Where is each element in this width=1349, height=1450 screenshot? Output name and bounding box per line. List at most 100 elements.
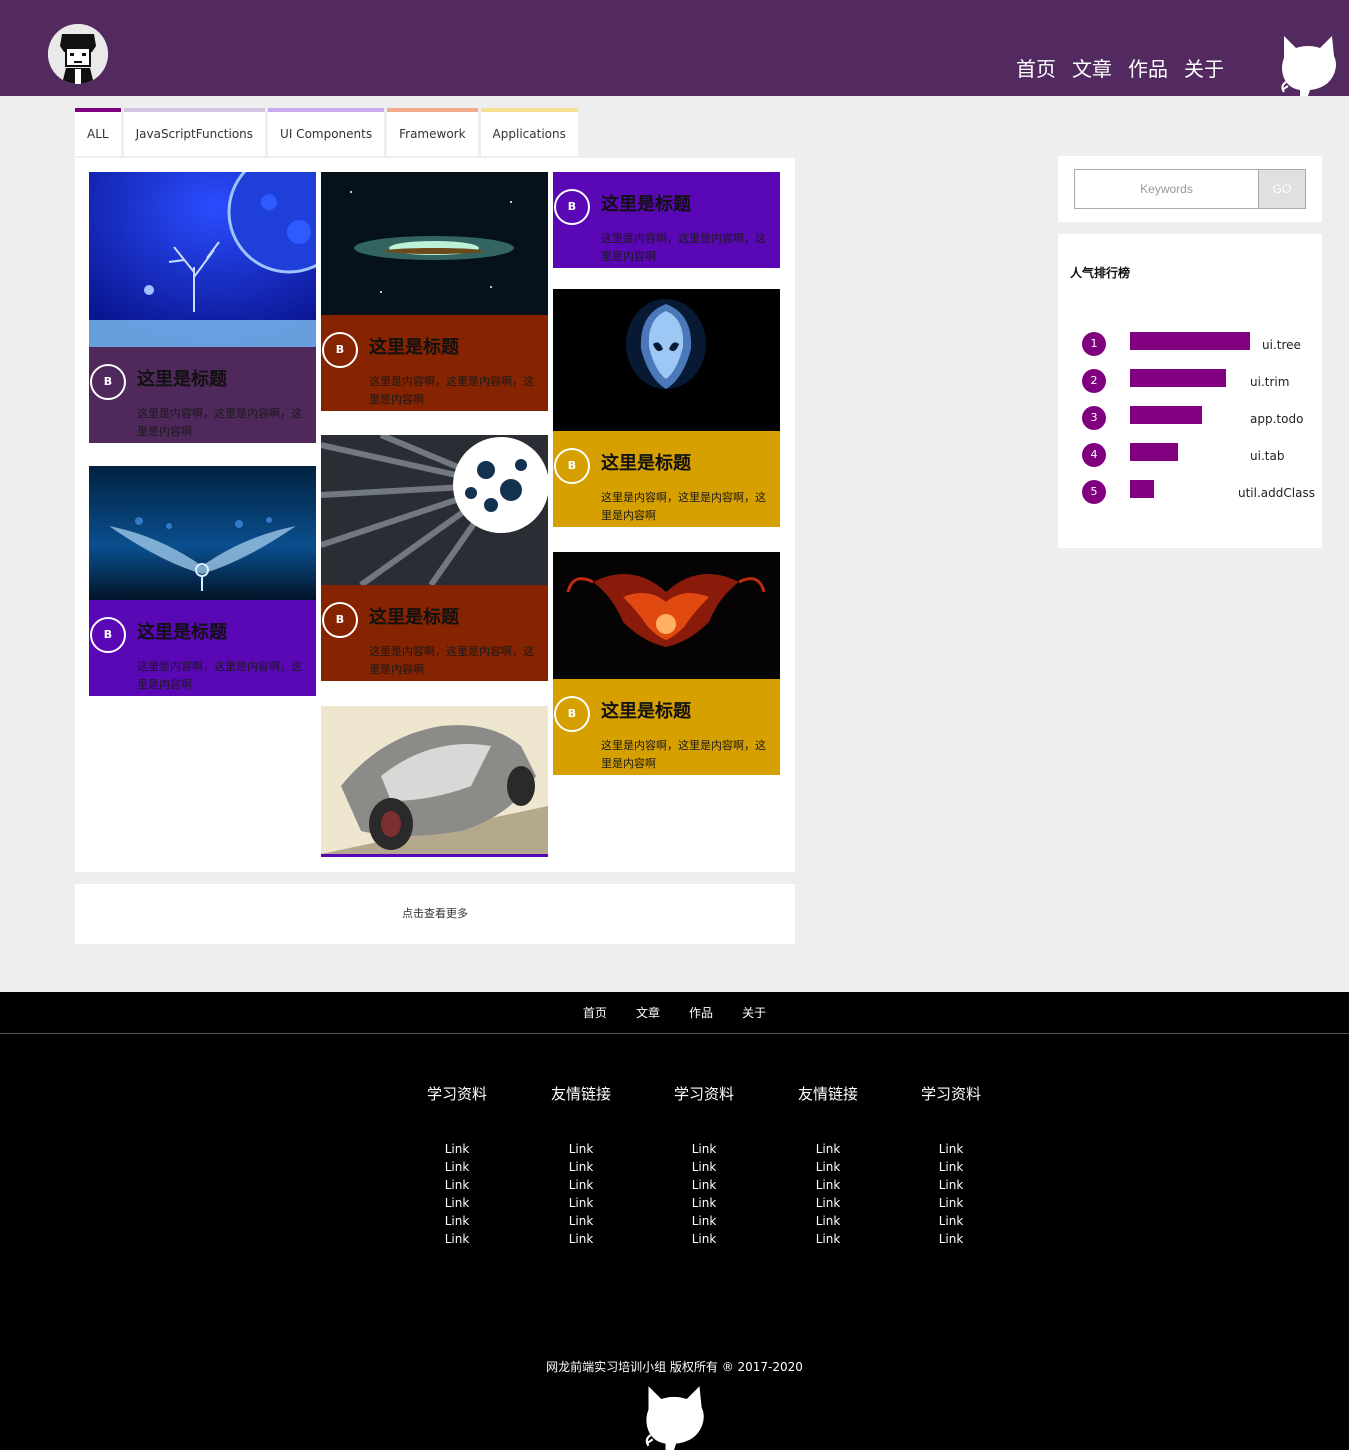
card-image — [553, 289, 780, 431]
footer-link[interactable]: Link — [778, 1194, 878, 1212]
footer-link[interactable]: Link — [654, 1212, 754, 1230]
avatar[interactable] — [48, 24, 108, 84]
ranking-row[interactable]: 4 ui.tab — [1058, 443, 1322, 469]
card-text: 这里是内容啊，这里是内容啊，这里是内容啊 — [601, 491, 766, 522]
works-gallery: B 这里是标题 这里是内容啊，这里是内容啊，这里是内容啊 B 这里是标题 这里是… — [75, 158, 795, 872]
github-octocat-icon[interactable] — [1276, 32, 1340, 96]
ranking-row[interactable]: 1 ui.tree — [1058, 332, 1322, 358]
footer-link[interactable]: Link — [531, 1194, 631, 1212]
footer-column: 友情链接 Link Link Link Link Link Link — [531, 1084, 631, 1248]
nav-works[interactable]: 作品 — [1128, 56, 1168, 82]
footer-link[interactable]: Link — [531, 1230, 631, 1248]
footer-link[interactable]: Link — [531, 1176, 631, 1194]
card-badge: B — [554, 448, 590, 484]
site-header: 首页 文章 作品 关于 — [0, 0, 1349, 96]
footer-link[interactable]: Link — [654, 1230, 754, 1248]
footer-link[interactable]: Link — [654, 1158, 754, 1176]
card-panel: B 这里是标题 这里是内容啊，这里是内容啊，这里是内容啊 — [553, 679, 780, 775]
footer-column: 友情链接 Link Link Link Link Link Link — [778, 1084, 878, 1248]
github-octocat-icon[interactable] — [640, 1382, 708, 1450]
search-go-button[interactable]: GO — [1258, 169, 1306, 209]
copyright-text: 网龙前端实习培训小组 版权所有 ® 2017-2020 — [546, 1360, 803, 1374]
footer-link[interactable]: Link — [901, 1140, 1001, 1158]
tab-applications[interactable]: Applications — [480, 108, 578, 156]
footer-link[interactable]: Link — [778, 1212, 878, 1230]
footer-link[interactable]: Link — [654, 1176, 754, 1194]
card-panel: B 这里是标题 这里是内容啊，这里是内容啊，这里是内容啊 — [89, 347, 316, 443]
card-image — [321, 706, 548, 854]
card-title: 这里是标题 — [137, 622, 227, 643]
work-card[interactable]: B 这里是标题 这里是内容啊，这里是内容啊，这里是内容啊 — [553, 289, 780, 527]
card-text: 这里是内容啊，这里是内容啊，这里是内容啊 — [137, 660, 302, 691]
footer-link[interactable]: Link — [407, 1158, 507, 1176]
load-more-button[interactable]: 点击查看更多 — [75, 884, 795, 944]
footer-column: 学习资料 Link Link Link Link Link Link — [654, 1084, 754, 1248]
footer-link[interactable]: Link — [531, 1212, 631, 1230]
card-image — [321, 172, 548, 315]
footer-link[interactable]: Link — [778, 1230, 878, 1248]
ranking-row[interactable]: 3 app.todo — [1058, 406, 1322, 432]
card-title: 这里是标题 — [137, 369, 227, 390]
nav-home[interactable]: 首页 — [1016, 56, 1056, 82]
card-text: 这里是内容啊，这里是内容啊，这里是内容啊 — [601, 232, 766, 263]
footer-column-title: 学习资料 — [426, 1085, 487, 1103]
rank-number: 5 — [1082, 480, 1106, 504]
tab-all[interactable]: ALL — [75, 108, 121, 156]
footer-column-title: 学习资料 — [673, 1085, 734, 1103]
work-card[interactable]: B 这里是标题 这里是内容啊，这里是内容啊，这里是内容啊 — [89, 172, 316, 443]
ranking-row[interactable]: 5 util.addClass — [1058, 480, 1322, 506]
footer-link[interactable]: Link — [531, 1158, 631, 1176]
card-text: 这里是内容啊，这里是内容啊，这里是内容啊 — [137, 407, 302, 438]
rank-label: ui.trim — [1250, 375, 1290, 389]
footer-link[interactable]: Link — [901, 1230, 1001, 1248]
footer-link[interactable]: Link — [778, 1158, 878, 1176]
footer-column: 学习资料 Link Link Link Link Link Link — [407, 1084, 507, 1248]
footer-link[interactable]: Link — [901, 1212, 1001, 1230]
tab-javascript-functions[interactable]: JavaScriptFunctions — [123, 108, 266, 156]
work-card[interactable]: B 这里是标题 这里是内容啊，这里是内容啊，这里是内容啊 — [553, 172, 780, 268]
footer-link[interactable]: Link — [407, 1140, 507, 1158]
work-card[interactable]: B 这里是标题 这里是内容啊，这里是内容啊，这里是内容啊 — [553, 552, 780, 775]
card-title: 这里是标题 — [601, 701, 691, 722]
tab-ui-components[interactable]: UI Components — [268, 108, 385, 156]
footer-column: 学习资料 Link Link Link Link Link Link — [901, 1084, 1001, 1248]
card-badge: B — [90, 617, 126, 653]
footer-nav-home[interactable]: 首页 — [583, 992, 607, 1034]
work-card[interactable]: B 这里是标题 这里是内容啊，这里是内容啊，这里是内容啊 — [321, 435, 548, 681]
footer-link[interactable]: Link — [407, 1176, 507, 1194]
card-panel: B 这里是标题 这里是内容啊，这里是内容啊，这里是内容啊 — [553, 172, 780, 268]
tab-framework[interactable]: Framework — [387, 108, 478, 156]
work-card[interactable]: B 这里是标题 这里是内容啊，这里是内容啊，这里是内容啊 — [321, 172, 548, 411]
rank-number: 4 — [1082, 443, 1106, 467]
work-card[interactable]: B 这里是标题 这里是内容啊，这里是内容啊，这里是内容啊 — [89, 466, 316, 696]
main-nav: 首页 文章 作品 关于 — [1016, 56, 1240, 82]
footer-nav-articles[interactable]: 文章 — [636, 992, 660, 1034]
nav-articles[interactable]: 文章 — [1072, 56, 1112, 82]
rank-label: app.todo — [1250, 412, 1304, 426]
nav-about[interactable]: 关于 — [1184, 56, 1224, 82]
footer-link[interactable]: Link — [654, 1140, 754, 1158]
search-input[interactable] — [1074, 169, 1258, 209]
card-panel: B 这里是标题 这里是内容啊，这里是内容啊，这里是内容啊 — [321, 585, 548, 681]
card-badge: B — [322, 332, 358, 368]
card-title: 这里是标题 — [601, 194, 691, 215]
footer-nav-about[interactable]: 关于 — [742, 992, 766, 1034]
card-text: 这里是内容啊，这里是内容啊，这里是内容啊 — [601, 739, 766, 770]
ranking-row[interactable]: 2 ui.trim — [1058, 369, 1322, 395]
work-card[interactable] — [321, 706, 548, 857]
footer-link[interactable]: Link — [901, 1176, 1001, 1194]
footer-link[interactable]: Link — [407, 1194, 507, 1212]
footer-link[interactable]: Link — [778, 1176, 878, 1194]
footer-link[interactable]: Link — [407, 1230, 507, 1248]
footer-link[interactable]: Link — [901, 1194, 1001, 1212]
footer-link[interactable]: Link — [531, 1140, 631, 1158]
rank-bar — [1130, 443, 1178, 461]
footer-link[interactable]: Link — [654, 1194, 754, 1212]
card-image — [89, 466, 316, 600]
card-panel: B 这里是标题 这里是内容啊，这里是内容啊，这里是内容啊 — [321, 315, 548, 411]
footer-link[interactable]: Link — [778, 1140, 878, 1158]
footer-nav-works[interactable]: 作品 — [689, 992, 713, 1034]
footer-link[interactable]: Link — [407, 1212, 507, 1230]
card-image — [321, 435, 548, 585]
footer-link[interactable]: Link — [901, 1158, 1001, 1176]
